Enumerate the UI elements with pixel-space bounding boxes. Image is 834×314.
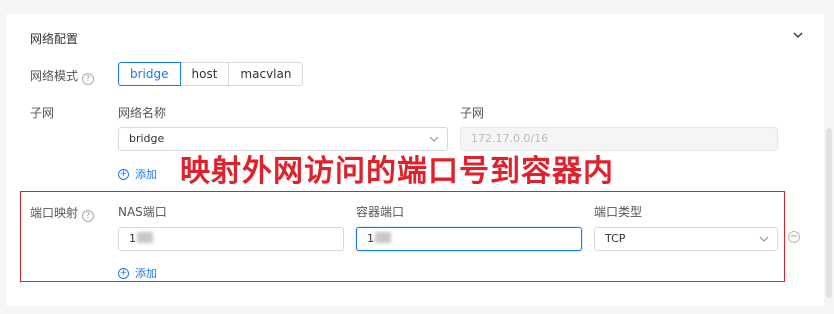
mode-option-bridge[interactable]: bridge: [118, 62, 181, 86]
redacted-blur: [375, 232, 391, 243]
help-circle-icon[interactable]: ?: [82, 73, 95, 85]
nas-port-input[interactable]: 1: [118, 227, 344, 251]
plus-circle-icon: +: [118, 168, 129, 180]
scrollbar-track[interactable]: [824, 0, 834, 314]
annotation-text: 映射外网访问的端口号到容器内: [180, 154, 614, 189]
mode-option-macvlan[interactable]: macvlan: [228, 62, 304, 86]
add-port-link[interactable]: + 添加: [118, 265, 157, 281]
subnet-row-label: 子网: [30, 106, 55, 120]
chevron-down-icon: [759, 236, 769, 242]
add-network-label: 添加: [135, 168, 157, 181]
add-port-label: 添加: [135, 267, 157, 280]
help-circle-icon[interactable]: ?: [82, 210, 95, 222]
nas-port-header: NAS端口: [118, 205, 167, 219]
port-type-value: TCP: [605, 232, 626, 245]
redacted-blur: [137, 232, 153, 243]
container-port-header: 容器端口: [356, 205, 405, 219]
network-name-value: bridge: [129, 132, 165, 145]
chevron-down-icon[interactable]: [790, 27, 806, 43]
minus-circle-icon[interactable]: −: [788, 231, 800, 243]
container-port-input[interactable]: 1: [356, 227, 582, 251]
add-network-link[interactable]: + 添加: [118, 166, 157, 182]
subnet-header: 子网: [460, 106, 485, 120]
network-name-header: 网络名称: [118, 106, 167, 120]
chevron-down-icon: [429, 136, 439, 142]
plus-circle-icon: +: [118, 267, 129, 279]
port-type-header: 端口类型: [594, 205, 643, 219]
port-mapping-label: 端口映射?: [30, 204, 95, 222]
nas-port-value: 1: [129, 232, 136, 245]
port-type-select[interactable]: TCP: [594, 227, 778, 251]
scrollbar-thumb[interactable]: [826, 128, 832, 298]
port-mapping-label-text: 端口映射: [30, 206, 79, 220]
container-port-value: 1: [367, 232, 374, 245]
network-mode-segmented: bridge host macvlan: [118, 62, 304, 86]
mode-option-host[interactable]: host: [179, 62, 230, 86]
section-title: 网络配置: [30, 32, 79, 46]
network-mode-label-text: 网络模式: [30, 69, 79, 83]
network-mode-label: 网络模式?: [30, 67, 95, 85]
